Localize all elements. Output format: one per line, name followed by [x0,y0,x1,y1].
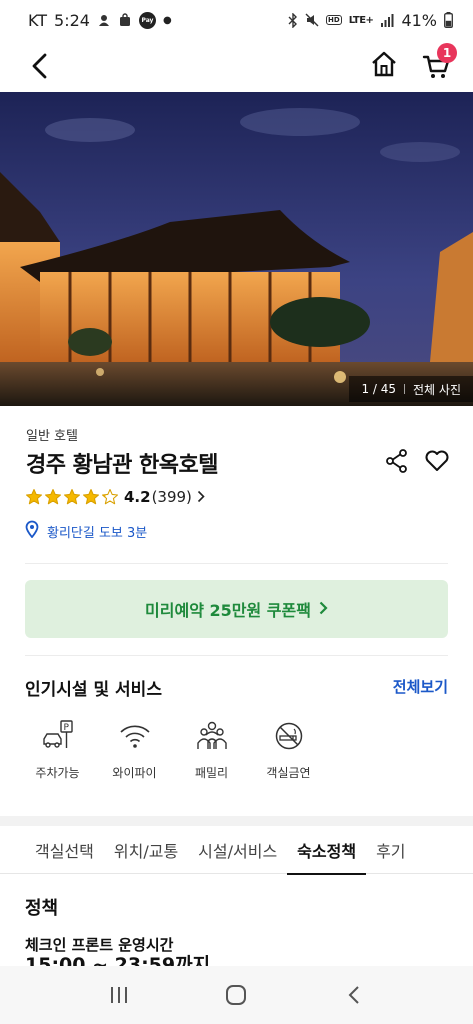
tab-policy[interactable]: 숙소정책 [287,826,366,875]
share-button[interactable] [384,448,410,474]
checkin-label: 체크인 프론트 운영시간 [25,936,174,954]
amenity-wifi: 와이파이 [96,718,173,781]
checkin-time: 15:00 ~ 23:59까지 [25,954,211,966]
hotel-category: 일반 호텔 [26,429,78,444]
heart-icon [425,450,449,471]
divider [25,563,448,564]
recent-apps-icon [110,987,127,1003]
chevron-left-icon [32,53,47,79]
signal-icon [380,13,394,27]
battery-icon [444,12,453,28]
notification-icon [97,13,111,27]
location-text: 황리단길 도보 3분 [47,525,148,541]
amenities-list: P 주차가능 와이파이 패밀리 객실금연 [25,718,327,781]
no-smoking-icon [271,718,307,754]
star-icon [44,488,62,505]
amenities-title: 인기시설 및 서비스 [25,680,162,700]
hotel-photo-carousel[interactable]: 1 / 45 전체 사진 [0,92,473,406]
location-row[interactable]: 황리단길 도보 3분 [25,520,147,542]
photo-counter[interactable]: 1 / 45 전체 사진 [349,376,473,402]
chevron-left-icon [348,986,359,1004]
detail-tabs: 객실선택 위치/교통 시설/서비스 숙소정책 후기 [0,826,473,875]
home-circle-icon [226,985,247,1005]
tab-room-selection[interactable]: 객실선택 [25,826,104,874]
amenity-label: 와이파이 [112,766,157,780]
share-icon [386,449,407,473]
tab-facilities[interactable]: 시설/서비스 [188,826,287,874]
location-pin-icon [25,520,39,542]
star-rating [25,488,119,506]
cart-button[interactable]: 1 [416,43,457,86]
family-icon [194,718,230,754]
hotel-name: 경주 황남관 한옥호텔 [26,453,218,478]
amenity-family: 패밀리 [173,718,250,781]
policy-title: 정책 [25,898,59,919]
coupon-banner[interactable]: 미리예약 25만원 쿠폰팩 [25,580,448,638]
carrier-label: KT [28,10,48,30]
amenity-label: 객실금연 [266,766,311,780]
cart-count-badge: 1 [437,43,457,63]
rating-score: 4.2 [124,488,151,506]
all-photos-link[interactable]: 전체 사진 [413,381,461,398]
recent-apps-button[interactable] [99,975,139,1015]
home-icon [372,51,396,77]
parking-icon: P [40,718,76,754]
svg-text:P: P [63,723,69,733]
wifi-icon [117,718,153,754]
lte-icon: LTE+ [348,14,374,26]
view-all-link[interactable]: 전체보기 [393,676,448,697]
clock: 5:24 [54,10,90,30]
back-nav-button[interactable] [334,975,374,1015]
star-icon [82,488,100,505]
back-button[interactable] [22,48,58,84]
status-bar: KT 5:24 Pay ● HD LTE+ 41% [0,0,473,40]
shopping-bag-icon [118,13,132,27]
home-nav-button[interactable] [216,975,256,1015]
star-icon [101,488,119,505]
chevron-right-icon [197,488,205,507]
star-icon [63,488,81,505]
star-icon [25,488,43,505]
divider [25,655,448,656]
pay-icon: Pay [138,11,156,29]
rating-row[interactable]: 4.2 (399) [25,485,205,509]
bluetooth-icon [288,12,298,28]
coupon-label: 미리예약 25만원 쿠폰팩 [145,601,311,620]
tab-location[interactable]: 위치/교통 [104,826,188,874]
photo-index: 1 / 45 [361,382,397,396]
hd-voice-icon: HD [326,15,342,25]
tab-reviews[interactable]: 후기 [366,826,415,874]
counter-divider [404,384,406,394]
system-nav-bar [0,966,473,1024]
hanok-night-photo [0,92,473,406]
chevron-right-icon [319,600,328,619]
app-header: 1 [0,40,473,92]
amenity-label: 주차가능 [35,766,80,780]
wishlist-button[interactable] [424,448,450,474]
battery-level: 41% [401,10,437,30]
more-notifications-dot: ● [162,14,172,26]
amenity-no-smoking: 객실금연 [250,718,327,781]
amenity-parking: P 주차가능 [19,718,96,781]
section-divider [0,816,473,826]
mute-icon [305,13,319,27]
home-button[interactable] [366,46,402,82]
review-count: (399) [151,488,192,506]
amenity-label: 패밀리 [194,766,229,780]
